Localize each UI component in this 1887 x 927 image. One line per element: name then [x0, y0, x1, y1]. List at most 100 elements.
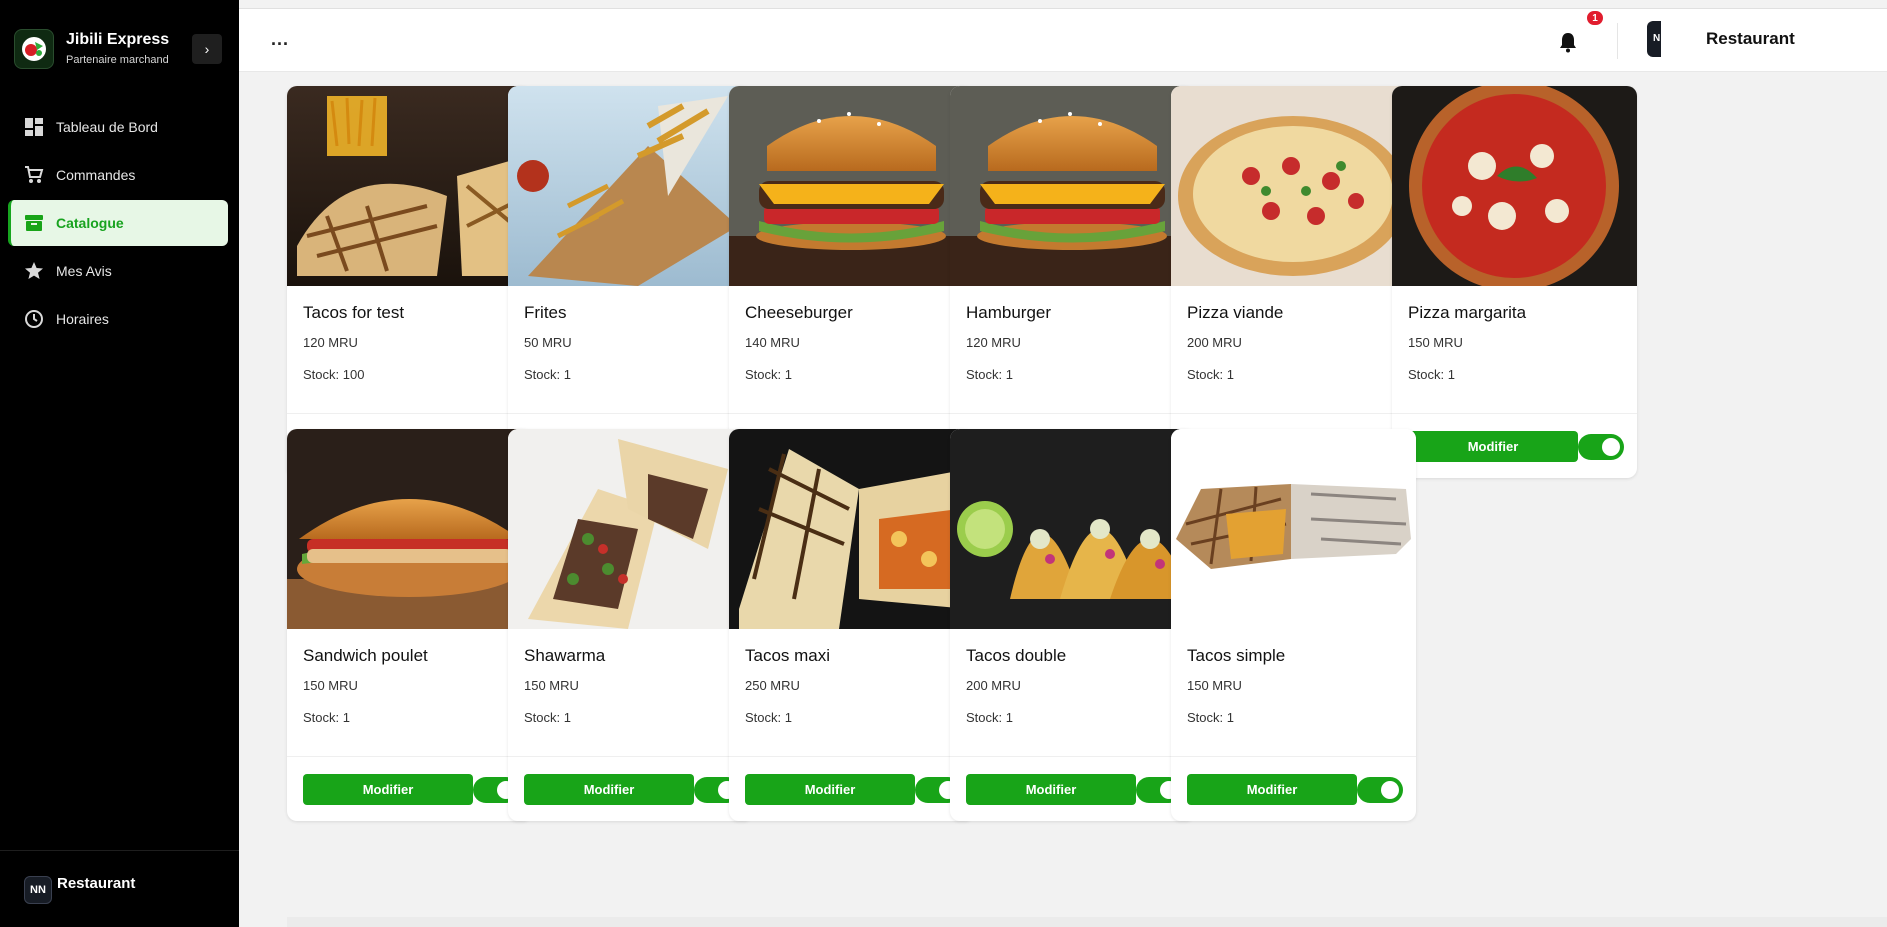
divider	[729, 413, 974, 414]
product-name: Tacos for test	[303, 303, 405, 322]
product-image	[950, 86, 1195, 286]
product-image	[508, 429, 753, 629]
sidebar-item-label: Horaires	[56, 311, 109, 327]
notification-badge: 1	[1585, 9, 1605, 27]
product-stock: Stock: 1	[745, 710, 792, 725]
availability-toggle[interactable]	[1578, 434, 1624, 460]
sidebar-user[interactable]: NN Restaurant	[0, 850, 239, 927]
divider	[508, 756, 753, 757]
archive-icon	[23, 212, 45, 234]
product-name: Hamburger	[966, 303, 1052, 322]
sidebar-item-label: Catalogue	[56, 215, 124, 231]
catalogue-content: Tacos for test 120 MRU Stock: 100 Modifi…	[239, 72, 1887, 927]
product-image	[729, 86, 974, 286]
product-stock: Stock: 1	[1187, 710, 1234, 725]
product-image	[729, 429, 974, 629]
product-card: Pizza viande 200 MRU Stock: 1 Modifier	[1171, 86, 1416, 478]
edit-product-button[interactable]: Modifier	[745, 774, 915, 805]
product-price: 150 MRU	[1408, 335, 1463, 350]
bell-icon[interactable]	[1557, 31, 1579, 53]
product-price: 150 MRU	[1187, 678, 1242, 693]
sidebar-item-commandes[interactable]: Commandes	[8, 152, 228, 198]
product-stock: Stock: 100	[303, 367, 365, 382]
product-image	[1171, 429, 1416, 629]
product-price: 250 MRU	[745, 678, 800, 693]
edit-product-button[interactable]: Modifier	[303, 774, 473, 805]
divider	[1392, 413, 1637, 414]
product-card: Cheeseburger 140 MRU Stock: 1 Modifier	[729, 86, 974, 478]
product-stock: Stock: 1	[966, 710, 1013, 725]
edit-product-button[interactable]: Modifier	[1187, 774, 1357, 805]
app-root: Jibili Express Partenaire marchand › Tab…	[0, 0, 1887, 927]
product-card: Sandwich poulet 150 MRU Stock: 1 Modifie…	[287, 429, 532, 821]
sidebar-nav: Tableau de Bord Commandes Catalogue Mes …	[8, 104, 228, 344]
sidebar-item-label: Tableau de Bord	[56, 119, 158, 135]
dashboard-icon	[23, 116, 45, 138]
availability-toggle[interactable]	[1357, 777, 1403, 803]
edit-product-button[interactable]: Modifier	[966, 774, 1136, 805]
product-name: Cheeseburger	[745, 303, 853, 322]
sidebar: Jibili Express Partenaire marchand › Tab…	[0, 0, 239, 927]
product-price: 150 MRU	[303, 678, 358, 693]
product-stock: Stock: 1	[966, 367, 1013, 382]
sidebar-item-mes-avis[interactable]: Mes Avis	[8, 248, 228, 294]
product-name: Pizza margarita	[1408, 303, 1527, 322]
product-name: Tacos double	[966, 646, 1067, 665]
product-image	[287, 429, 532, 629]
product-stock: Stock: 1	[1408, 367, 1455, 382]
brand-name: Jibili Express	[66, 31, 170, 48]
divider	[1617, 23, 1618, 59]
topbar-user-name[interactable]: Restaurant	[1706, 29, 1795, 49]
product-name: Frites	[524, 303, 567, 322]
topbar: ... 1 N Restaurant	[239, 8, 1887, 72]
sidebar-item-label: Mes Avis	[56, 263, 112, 279]
product-stock: Stock: 1	[745, 367, 792, 382]
divider	[1171, 756, 1416, 757]
product-price: 150 MRU	[524, 678, 579, 693]
brand-logo	[14, 29, 54, 69]
divider	[1171, 413, 1416, 414]
product-price: 120 MRU	[966, 335, 1021, 350]
product-card: Tacos maxi 250 MRU Stock: 1 Modifier	[729, 429, 974, 821]
product-card: Hamburger 120 MRU Stock: 1 Modifier	[950, 86, 1195, 478]
product-card: Tacos double 200 MRU Stock: 1 Modifier	[950, 429, 1195, 821]
brand-subtitle: Partenaire marchand	[66, 54, 169, 66]
cart-icon	[23, 164, 45, 186]
scroll-area-bottom	[287, 917, 1887, 927]
product-image	[508, 86, 753, 286]
product-stock: Stock: 1	[303, 710, 350, 725]
sidebar-item-tableau-de-bord[interactable]: Tableau de Bord	[8, 104, 228, 150]
product-price: 200 MRU	[966, 678, 1021, 693]
divider	[729, 756, 974, 757]
sidebar-item-catalogue[interactable]: Catalogue	[8, 200, 228, 246]
edit-product-button[interactable]: Modifier	[1408, 431, 1578, 462]
divider	[508, 413, 753, 414]
product-name: Sandwich poulet	[303, 646, 428, 665]
product-price: 120 MRU	[303, 335, 358, 350]
product-image	[1171, 86, 1416, 286]
sidebar-user-name: Restaurant	[57, 875, 136, 892]
product-image	[1392, 86, 1637, 286]
edit-product-button[interactable]: Modifier	[524, 774, 694, 805]
product-card: Tacos for test 120 MRU Stock: 100 Modifi…	[287, 86, 532, 478]
product-price: 50 MRU	[524, 335, 572, 350]
product-image	[950, 429, 1195, 629]
product-image	[287, 86, 532, 286]
sidebar-item-horaires[interactable]: Horaires	[8, 296, 228, 342]
avatar: NN	[24, 876, 52, 904]
product-card: Tacos simple 150 MRU Stock: 1 Modifier	[1171, 429, 1416, 821]
product-stock: Stock: 1	[1187, 367, 1234, 382]
more-menu-button[interactable]: ...	[271, 29, 289, 50]
collapse-sidebar-button[interactable]: ›	[192, 34, 222, 64]
product-price: 140 MRU	[745, 335, 800, 350]
product-card: Pizza margarita 150 MRU Stock: 1 Modifie…	[1392, 86, 1637, 478]
avatar[interactable]: N	[1647, 21, 1661, 57]
divider	[287, 413, 532, 414]
product-name: Shawarma	[524, 646, 606, 665]
product-price: 200 MRU	[1187, 335, 1242, 350]
product-stock: Stock: 1	[524, 710, 571, 725]
divider	[950, 756, 1195, 757]
star-icon	[23, 260, 45, 282]
product-stock: Stock: 1	[524, 367, 571, 382]
clock-icon	[23, 308, 45, 330]
